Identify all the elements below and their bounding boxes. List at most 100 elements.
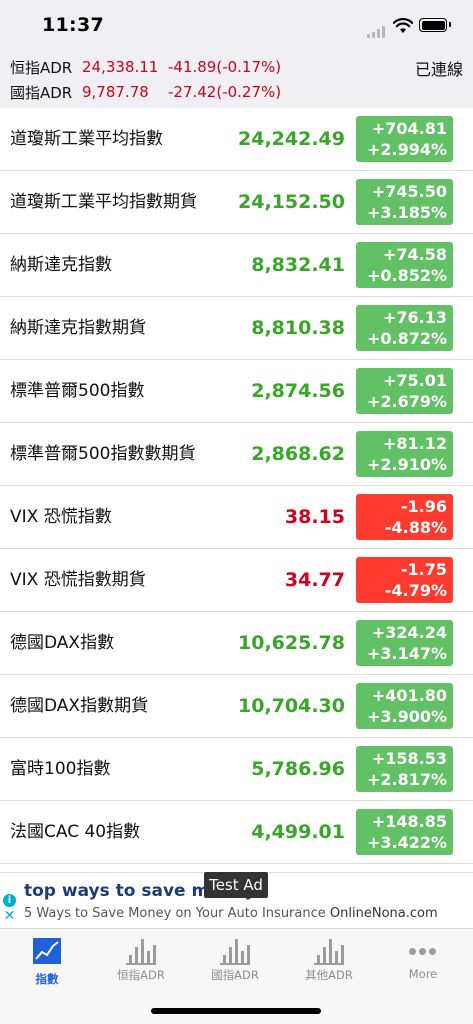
- change-value: +76.13: [382, 308, 447, 327]
- bar-chart-icon: [220, 937, 250, 965]
- tab-indices[interactable]: 指數: [0, 933, 94, 989]
- change-badge[interactable]: -1.75 -4.79%: [356, 557, 453, 603]
- index-row[interactable]: VIX 恐慌指數期貨 34.77 -1.75 -4.79%: [0, 549, 473, 612]
- index-price: 24,152.50: [238, 191, 345, 213]
- change-percent: +3.900%: [366, 707, 447, 726]
- index-name: 標準普爾500指數數期貨: [10, 444, 196, 464]
- change-percent: -4.79%: [384, 581, 447, 600]
- wifi-icon: [393, 18, 413, 33]
- change-value: -1.96: [400, 497, 447, 516]
- ad-description-text: 5 Ways to Save Money on Your Auto Insura…: [24, 906, 326, 921]
- tab-label: 其他ADR: [305, 968, 353, 982]
- tab-label: More: [408, 967, 438, 981]
- connection-status: 已連線: [414, 60, 463, 79]
- ad-source: OnlineNona.com: [329, 906, 438, 921]
- change-value: +158.53: [371, 749, 447, 768]
- change-badge[interactable]: +158.53 +2.817%: [356, 746, 453, 792]
- index-row[interactable]: 法國CAC 40指數 4,499.01 +148.85 +3.422%: [0, 801, 473, 864]
- index-row[interactable]: 道瓊斯工業平均指數 24,242.49 +704.81 +2.994%: [0, 108, 473, 171]
- index-row[interactable]: 標準普爾500指數 2,874.56 +75.01 +2.679%: [0, 360, 473, 423]
- bar-chart-icon: [314, 937, 344, 965]
- adr-name: 國指ADR: [10, 83, 73, 102]
- status-time: 11:37: [42, 14, 104, 36]
- tab-more[interactable]: More: [376, 933, 470, 989]
- index-price: 10,704.30: [238, 695, 345, 717]
- index-name: 納斯達克指數: [10, 255, 112, 275]
- ad-description[interactable]: 5 Ways to Save Money on Your Auto Insura…: [24, 906, 438, 921]
- change-value: +745.50: [371, 182, 447, 201]
- index-list[interactable]: 道瓊斯工業平均指數 24,242.49 +704.81 +2.994% 道瓊斯工…: [0, 108, 473, 872]
- test-ad-label: Test Ad: [204, 872, 268, 898]
- tab-label: 國指ADR: [211, 968, 259, 982]
- change-value: +401.80: [371, 686, 447, 705]
- home-indicator: [151, 1008, 321, 1014]
- adr-change: -41.89(-0.17%): [168, 58, 282, 76]
- adr-name: 恒指ADR: [10, 58, 73, 77]
- change-value: +74.58: [382, 245, 447, 264]
- ad-info-icon[interactable]: i: [3, 894, 16, 907]
- index-row[interactable]: 道瓊斯工業平均指數期貨 24,152.50 +745.50 +3.185%: [0, 171, 473, 234]
- index-price: 10,625.78: [238, 632, 345, 654]
- change-value: +75.01: [382, 371, 447, 390]
- header-area: 11:37 恒指ADR 24,338.11 -41.89(-0.17%) 國指A…: [0, 0, 473, 108]
- index-row[interactable]: 德國DAX指數 10,625.78 +324.24 +3.147%: [0, 612, 473, 675]
- index-price: 2,874.56: [251, 380, 345, 402]
- index-row[interactable]: 納斯達克指數 8,832.41 +74.58 +0.852%: [0, 234, 473, 297]
- adr-hscei-row[interactable]: 國指ADR 9,787.78 -27.42(-0.27%): [10, 80, 281, 104]
- index-row[interactable]: 納斯達克指數期貨 8,810.38 +76.13 +0.872%: [0, 297, 473, 360]
- line-chart-icon: [33, 938, 61, 964]
- change-percent: +3.422%: [366, 833, 447, 852]
- change-badge[interactable]: +324.24 +3.147%: [356, 620, 453, 666]
- tab-hscei-adr[interactable]: 國指ADR: [188, 933, 282, 989]
- change-badge[interactable]: +148.85 +3.422%: [356, 809, 453, 855]
- index-name: 富時100指數: [10, 759, 111, 779]
- change-percent: +0.852%: [366, 266, 447, 285]
- index-name: 道瓊斯工業平均指數: [10, 129, 163, 149]
- index-row-partial[interactable]: [0, 864, 473, 872]
- index-row[interactable]: 富時100指數 5,786.96 +158.53 +2.817%: [0, 738, 473, 801]
- index-name: 納斯達克指數期貨: [10, 318, 146, 338]
- tab-hsi-adr[interactable]: 恒指ADR: [94, 933, 188, 989]
- change-badge[interactable]: +74.58 +0.852%: [356, 242, 453, 288]
- tab-label: 恒指ADR: [117, 968, 165, 982]
- change-percent: +3.147%: [366, 644, 447, 663]
- index-price: 2,868.62: [251, 443, 345, 465]
- tab-other-adr[interactable]: 其他ADR: [282, 933, 376, 989]
- index-row[interactable]: 德國DAX指數期貨 10,704.30 +401.80 +3.900%: [0, 675, 473, 738]
- change-percent: +2.994%: [366, 140, 447, 159]
- battery-icon: [419, 18, 451, 32]
- change-value: +704.81: [371, 119, 447, 138]
- index-name: 德國DAX指數: [10, 633, 115, 653]
- index-row[interactable]: 標準普爾500指數數期貨 2,868.62 +81.12 +2.910%: [0, 423, 473, 486]
- index-name: VIX 恐慌指數期貨: [10, 570, 146, 590]
- adr-hsi-row[interactable]: 恒指ADR 24,338.11 -41.89(-0.17%): [10, 55, 281, 79]
- index-price: 8,810.38: [251, 317, 345, 339]
- index-price: 24,242.49: [238, 128, 345, 150]
- change-percent: +2.910%: [366, 455, 447, 474]
- ad-close-icon[interactable]: ✕: [3, 908, 16, 924]
- index-name: 道瓊斯工業平均指數期貨: [10, 192, 197, 212]
- index-price: 8,832.41: [251, 254, 345, 276]
- index-price: 38.15: [284, 506, 345, 528]
- index-price: 34.77: [284, 569, 345, 591]
- index-name: 德國DAX指數期貨: [10, 696, 149, 716]
- adr-value: 24,338.11: [82, 58, 159, 76]
- change-percent: +2.679%: [366, 392, 447, 411]
- change-badge[interactable]: +745.50 +3.185%: [356, 179, 453, 225]
- change-value: +324.24: [371, 623, 447, 642]
- change-value: +81.12: [382, 434, 447, 453]
- change-percent: -4.88%: [384, 518, 447, 537]
- change-badge[interactable]: +81.12 +2.910%: [356, 431, 453, 477]
- tab-label: 指數: [35, 972, 59, 986]
- change-badge[interactable]: +704.81 +2.994%: [356, 116, 453, 162]
- index-name: 法國CAC 40指數: [10, 822, 141, 842]
- change-badge[interactable]: +401.80 +3.900%: [356, 683, 453, 729]
- change-percent: +0.872%: [366, 329, 447, 348]
- change-badge[interactable]: +75.01 +2.679%: [356, 368, 453, 414]
- index-name: 標準普爾500指數: [10, 381, 145, 401]
- index-row[interactable]: VIX 恐慌指數 38.15 -1.96 -4.88%: [0, 486, 473, 549]
- change-badge[interactable]: -1.96 -4.88%: [356, 494, 453, 540]
- bar-chart-icon: [126, 937, 156, 965]
- change-badge[interactable]: +76.13 +0.872%: [356, 305, 453, 351]
- index-name: VIX 恐慌指數: [10, 507, 112, 527]
